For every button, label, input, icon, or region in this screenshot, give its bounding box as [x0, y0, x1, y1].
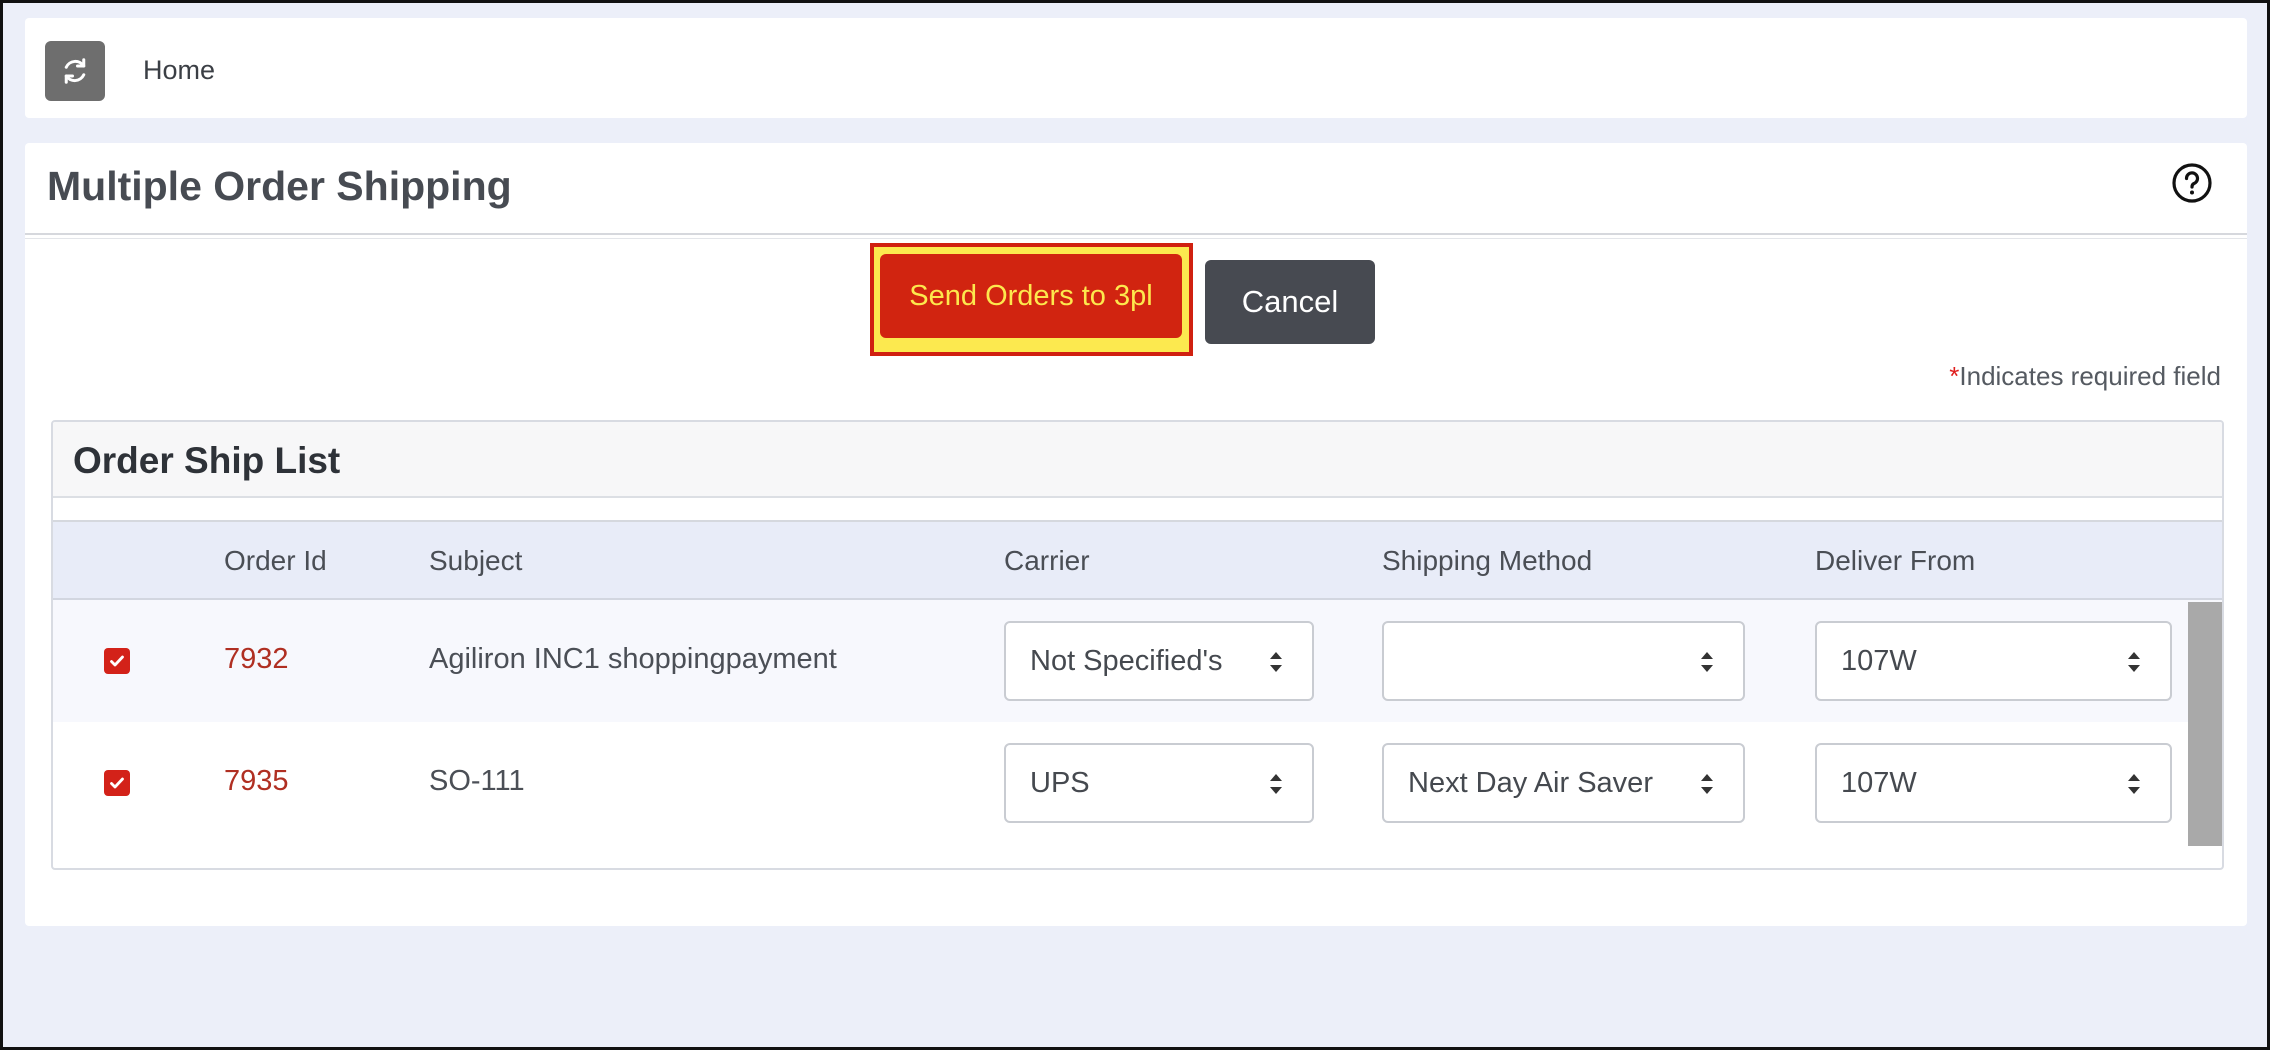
title-divider-secondary — [25, 238, 2247, 239]
table-header: Order Id Subject Carrier Shipping Method… — [53, 522, 2222, 600]
table-row: 7935 SO-111 UPS Next Day Air Saver 107W — [53, 722, 2222, 844]
checkmark-icon — [110, 655, 124, 667]
home-link[interactable]: Home — [143, 55, 215, 86]
select-arrows-icon — [1701, 652, 1713, 672]
shipping-method-select[interactable]: Next Day Air Saver — [1382, 743, 1745, 823]
order-id-link[interactable]: 7935 — [224, 765, 289, 798]
column-header-deliver-from: Deliver From — [1815, 545, 1976, 576]
checkmark-icon — [110, 777, 124, 789]
list-header: Order Ship List — [53, 422, 2222, 498]
select-arrows-icon — [1701, 774, 1713, 794]
deliver-from-select[interactable]: 107W — [1815, 621, 2172, 701]
shipping-method-select-value: Next Day Air Saver — [1408, 767, 1653, 799]
carrier-select-value: Not Specified's — [1030, 645, 1223, 677]
select-arrows-icon — [1270, 652, 1282, 672]
subject-text: Agiliron INC1 shoppingpayment — [429, 643, 837, 675]
title-divider — [25, 233, 2247, 235]
required-note-text: Indicates required field — [1959, 361, 2221, 391]
deliver-from-select-value: 107W — [1841, 767, 1917, 799]
deliver-from-select-value: 107W — [1841, 645, 1917, 677]
refresh-button[interactable] — [45, 41, 105, 101]
main-panel: Multiple Order Shipping Send Orders to 3… — [25, 143, 2247, 926]
list-title: Order Ship List — [73, 440, 341, 481]
order-ship-list: Order Ship List Order Id Subject Carrier… — [51, 420, 2224, 870]
table-row: 7932 Agiliron INC1 shoppingpayment Not S… — [53, 600, 2222, 722]
required-field-note: *Indicates required field — [1949, 361, 2221, 392]
order-id-link[interactable]: 7932 — [224, 643, 289, 676]
carrier-select[interactable]: Not Specified's — [1004, 621, 1314, 701]
list-spacer — [53, 498, 2222, 522]
carrier-select[interactable]: UPS — [1004, 743, 1314, 823]
row-checkbox[interactable] — [104, 648, 130, 674]
column-header-carrier: Carrier — [1004, 545, 1090, 576]
column-header-subject: Subject — [429, 545, 523, 576]
select-arrows-icon — [2128, 774, 2140, 794]
carrier-select-value: UPS — [1030, 767, 1090, 799]
column-header-order-id: Order Id — [224, 545, 327, 576]
column-header-shipping-method: Shipping Method — [1382, 545, 1593, 576]
send-orders-button[interactable]: Send Orders to 3pl — [880, 254, 1182, 338]
row-checkbox[interactable] — [104, 770, 130, 796]
shipping-method-select[interactable] — [1382, 621, 1745, 701]
top-bar: Home — [25, 18, 2247, 118]
question-circle-icon[interactable] — [2170, 161, 2214, 205]
table-scrollbar[interactable] — [2188, 602, 2222, 846]
select-arrows-icon — [2128, 652, 2140, 672]
select-arrows-icon — [1270, 774, 1282, 794]
page-title: Multiple Order Shipping — [47, 163, 512, 209]
required-star: * — [1949, 361, 1960, 391]
deliver-from-select[interactable]: 107W — [1815, 743, 2172, 823]
send-button-highlight: Send Orders to 3pl — [870, 243, 1193, 356]
subject-text: SO-111 — [429, 765, 525, 797]
cancel-button[interactable]: Cancel — [1205, 260, 1375, 344]
refresh-icon — [64, 58, 86, 84]
